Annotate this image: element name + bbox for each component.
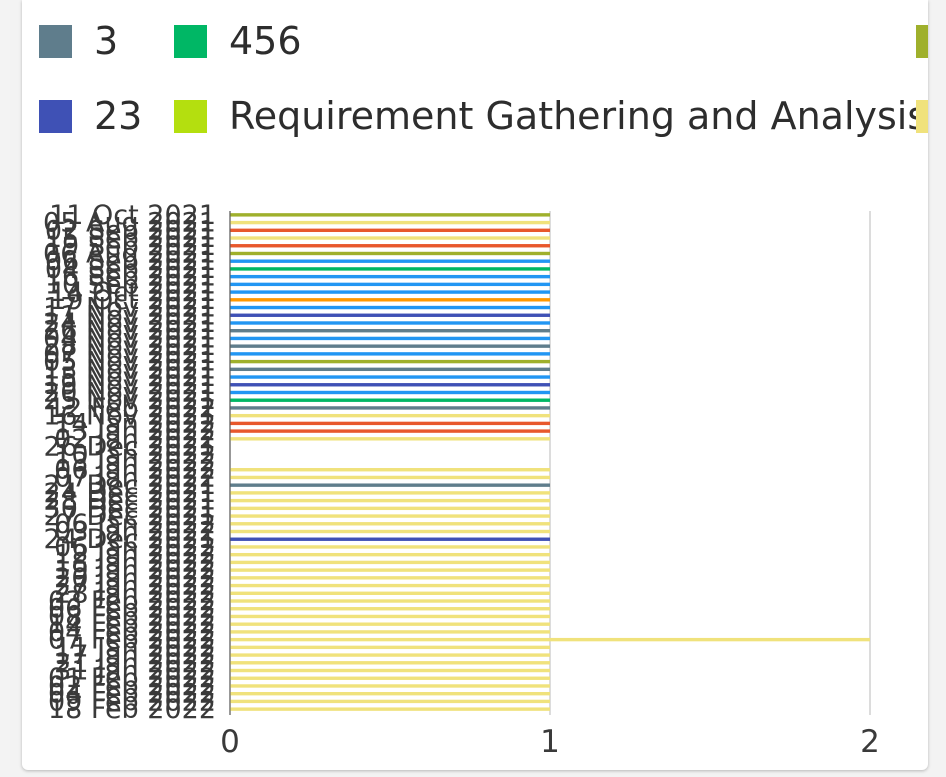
bar-54[interactable] (230, 630, 550, 634)
bar-24[interactable] (230, 398, 550, 402)
bar-28[interactable] (230, 429, 550, 433)
bar-22[interactable] (230, 383, 550, 387)
bar-56[interactable] (230, 645, 550, 650)
bar-42[interactable] (230, 537, 550, 541)
bar-3[interactable] (230, 236, 550, 240)
bar-41[interactable] (230, 529, 550, 534)
x-tick-label-1: 1 (540, 724, 560, 760)
bar-50[interactable] (230, 599, 550, 603)
bar-36[interactable] (230, 491, 550, 495)
bar-2[interactable] (230, 228, 550, 233)
bar-5[interactable] (230, 251, 550, 256)
bar-61[interactable] (230, 684, 550, 688)
bar-44[interactable] (230, 552, 550, 557)
bar-7[interactable] (230, 267, 550, 271)
bar-40[interactable] (230, 522, 550, 526)
bar-20[interactable] (230, 367, 550, 372)
bar-26[interactable] (230, 413, 550, 418)
bar-51[interactable] (230, 607, 550, 611)
bar-17[interactable] (230, 344, 550, 348)
bar-33[interactable] (230, 468, 550, 472)
bar-35[interactable] (230, 483, 550, 487)
bar-45[interactable] (230, 560, 550, 565)
bar-49[interactable] (230, 591, 550, 595)
bar-58[interactable] (230, 661, 550, 665)
bar-29[interactable] (230, 437, 550, 441)
bar-chart: 11 Oct 202105 Aug 202102 Sep 202115 Sep … (43, 200, 880, 760)
x-tick-label-2: 2 (860, 724, 880, 760)
bar-16[interactable] (230, 336, 550, 341)
bar-6[interactable] (230, 259, 550, 263)
bar-46[interactable] (230, 568, 550, 572)
bar-43[interactable] (230, 545, 550, 549)
bar-10[interactable] (230, 290, 550, 294)
bar-60[interactable] (230, 676, 550, 680)
chart-card: 3 456 23 Requirement Gathering and Analy… (22, 0, 928, 770)
bar-13[interactable] (230, 313, 550, 317)
bar-0[interactable] (230, 213, 550, 217)
bar-59[interactable] (230, 668, 550, 673)
y-tick-label-64: 18 Feb 2022 (48, 694, 216, 725)
bar-64[interactable] (230, 707, 550, 711)
bar-15[interactable] (230, 329, 550, 333)
bar-11[interactable] (230, 298, 550, 302)
bar-38[interactable] (230, 506, 550, 511)
bar-37[interactable] (230, 498, 550, 503)
bar-39[interactable] (230, 514, 550, 518)
bar-18[interactable] (230, 352, 550, 356)
bar-34[interactable] (230, 475, 550, 480)
bar-53[interactable] (230, 622, 550, 626)
bar-63[interactable] (230, 699, 550, 704)
bar-9[interactable] (230, 282, 550, 287)
bar-14[interactable] (230, 321, 550, 325)
bar-52[interactable] (230, 614, 550, 619)
bar-57[interactable] (230, 653, 550, 657)
bar-47[interactable] (230, 576, 550, 580)
bar-25[interactable] (230, 406, 550, 410)
bar-1[interactable] (230, 220, 550, 225)
bar-27[interactable] (230, 421, 550, 426)
bar-12[interactable] (230, 305, 550, 310)
bar-55[interactable] (230, 637, 870, 642)
bar-8[interactable] (230, 274, 550, 279)
bar-62[interactable] (230, 691, 550, 696)
bar-23[interactable] (230, 390, 550, 395)
bar-19[interactable] (230, 359, 550, 364)
x-tick-label-0: 0 (220, 724, 240, 760)
bar-4[interactable] (230, 244, 550, 248)
bar-21[interactable] (230, 375, 550, 379)
bar-48[interactable] (230, 583, 550, 588)
